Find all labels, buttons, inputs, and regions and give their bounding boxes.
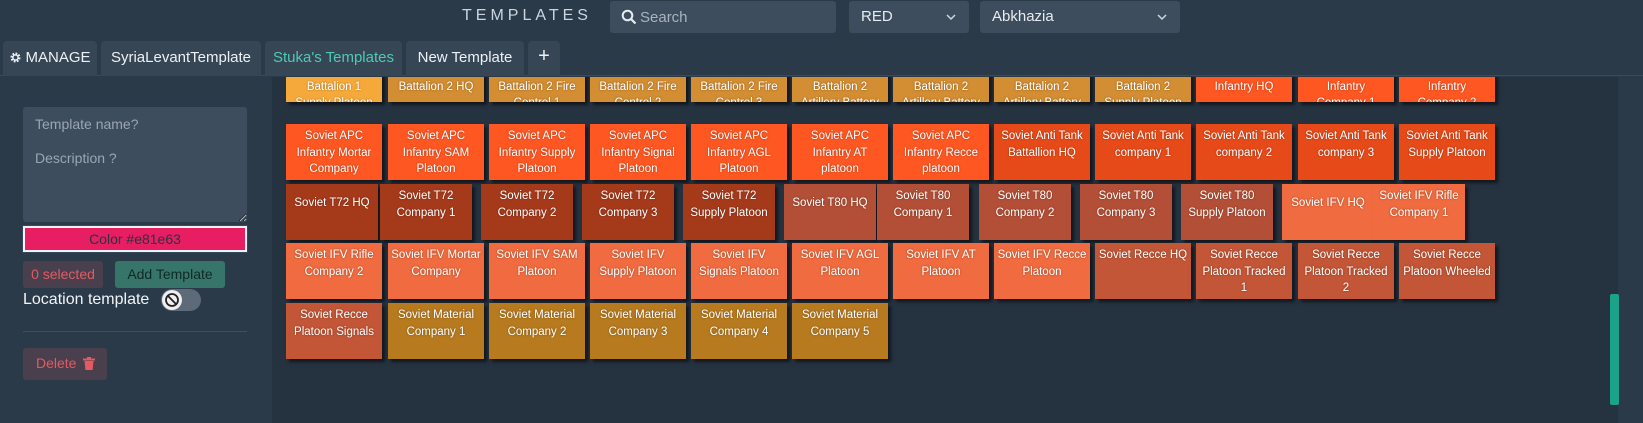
trash-icon xyxy=(83,357,96,370)
template-tile[interactable]: Soviet Material Company 1 xyxy=(388,303,484,359)
template-tile[interactable]: Soviet IFV Mortar Company xyxy=(388,243,484,299)
template-tile[interactable]: Soviet Howitzer Battalion 2 Fire Control… xyxy=(590,77,686,102)
chevron-down-icon xyxy=(946,14,956,21)
template-tile[interactable]: Soviet Anti Tank company 2 xyxy=(1196,124,1292,180)
template-tile[interactable]: Soviet APC Infantry Recce platoon xyxy=(893,124,989,180)
template-grid: Soviet Howitzer Battalion 1 Supply Plato… xyxy=(272,77,1618,423)
template-tile[interactable]: Soviet Howitzer Battalion 2 Artillery Ba… xyxy=(994,77,1090,102)
selected-count-badge: 0 selected xyxy=(23,261,103,288)
template-tile[interactable]: Soviet Material Company 2 xyxy=(489,303,585,359)
template-tile[interactable]: Soviet Anti Tank Battallion HQ xyxy=(994,124,1090,180)
template-tile[interactable]: Soviet T72 Supply Platoon xyxy=(683,184,775,240)
template-tile[interactable]: Soviet IFV Rifle Company 2 xyxy=(286,243,382,299)
side-select[interactable]: RED xyxy=(849,1,969,33)
template-tile[interactable]: Soviet T80 Company 2 xyxy=(979,184,1071,240)
template-tile[interactable]: Soviet Anti Tank company 1 xyxy=(1095,124,1191,180)
template-tile[interactable]: Soviet Anti Tank Supply Platoon xyxy=(1399,124,1495,180)
template-name-field[interactable] xyxy=(23,107,247,141)
search-box[interactable] xyxy=(610,1,836,33)
template-tile[interactable]: Soviet Recce Platoon Tracked 1 xyxy=(1196,243,1292,299)
tab-bar: MANAGE SyriaLevantTemplate Stuka's Templ… xyxy=(0,38,1643,76)
template-tile[interactable]: Soviet IFV AGL Platoon xyxy=(792,243,888,299)
template-tile[interactable]: Soviet IFV Signals Platoon xyxy=(691,243,787,299)
template-tile[interactable]: Soviet IFV AT Platoon xyxy=(893,243,989,299)
template-tile[interactable]: Soviet APC Infantry AT platoon xyxy=(792,124,888,180)
template-tile[interactable]: Soviet IFV Recce Platoon xyxy=(994,243,1090,299)
search-input[interactable] xyxy=(640,1,830,33)
country-select[interactable]: Abkhazia xyxy=(980,1,1180,33)
template-tile[interactable]: Soviet T72 Company 2 xyxy=(481,184,573,240)
tab-stukas-templates[interactable]: Stuka's Templates xyxy=(265,41,402,76)
template-tile[interactable]: Soviet APC Infantry HQ xyxy=(1196,77,1292,102)
tab-new-template[interactable]: New Template xyxy=(406,41,524,76)
template-editor-panel: Color #e81e63 0 selected Add Template Lo… xyxy=(0,77,270,423)
template-tile[interactable]: Soviet Recce Platoon Signals xyxy=(286,303,382,359)
template-tile[interactable]: Soviet T72 Company 1 xyxy=(380,184,472,240)
search-icon xyxy=(621,9,637,25)
template-tile[interactable]: Soviet APC Infantry Supply Platoon xyxy=(489,124,585,180)
template-tile[interactable]: Soviet IFV Rifle Company 1 xyxy=(1373,184,1465,240)
template-tile[interactable]: Soviet Material Company 5 xyxy=(792,303,888,359)
add-template-button[interactable]: Add Template xyxy=(115,261,225,288)
template-tile[interactable]: Soviet T72 Company 3 xyxy=(582,184,674,240)
template-tile[interactable]: Soviet Anti Tank company 3 xyxy=(1298,124,1394,180)
template-tile[interactable]: Soviet Material Company 3 xyxy=(590,303,686,359)
tab-manage-label: MANAGE xyxy=(25,49,91,66)
template-tile[interactable]: Soviet T80 Company 1 xyxy=(877,184,969,240)
template-tile[interactable]: Soviet APC Infantry Mortar Company xyxy=(286,124,382,180)
tab-syria-levant[interactable]: SyriaLevantTemplate xyxy=(101,41,261,76)
chevron-down-icon xyxy=(1157,14,1167,21)
template-tile[interactable]: Soviet Howitzer Battalion 2 Fire Control… xyxy=(691,77,787,102)
template-tile[interactable]: Soviet IFV Supply Platoon xyxy=(590,243,686,299)
color-picker-button[interactable]: Color #e81e63 xyxy=(22,225,248,253)
country-select-value: Abkhazia xyxy=(992,8,1054,25)
location-template-label: Location template xyxy=(23,291,150,308)
page-title: TEMPLATES xyxy=(462,7,592,24)
scrollbar-track[interactable] xyxy=(1618,77,1643,423)
header-bar: TEMPLATES RED Abkhazia xyxy=(0,0,1643,38)
description-field[interactable] xyxy=(23,141,247,222)
add-tab-button[interactable]: + xyxy=(528,41,560,76)
template-tile[interactable]: Soviet Howitzer Battalion 2 Supply Plato… xyxy=(1095,77,1191,102)
template-tile[interactable]: Soviet Howitzer Battalion 2 HQ xyxy=(388,77,484,102)
template-tile[interactable]: Soviet T80 HQ xyxy=(784,184,876,240)
template-tile[interactable]: Soviet Howitzer Battalion 2 Artillery Ba… xyxy=(893,77,989,102)
template-tile[interactable]: Soviet APC Infantry Signal Platoon xyxy=(590,124,686,180)
template-tile[interactable]: Soviet APC Infantry Company 1 xyxy=(1298,77,1394,102)
location-template-toggle[interactable] xyxy=(161,289,201,311)
template-tile[interactable]: Soviet Material Company 4 xyxy=(691,303,787,359)
tab-manage[interactable]: MANAGE xyxy=(3,41,97,76)
template-tile[interactable]: Soviet APC Infantry AGL Platoon xyxy=(691,124,787,180)
template-tile[interactable]: Soviet T72 HQ xyxy=(286,184,378,240)
template-tile[interactable]: Soviet T80 Supply Platoon xyxy=(1181,184,1273,240)
template-tile[interactable]: Soviet APC Infantry Company 2 xyxy=(1399,77,1495,102)
template-tile[interactable]: Soviet Recce Platoon Wheeled xyxy=(1399,243,1495,299)
delete-button[interactable]: Delete xyxy=(23,348,107,380)
template-tile[interactable]: Soviet IFV SAM Platoon xyxy=(489,243,585,299)
template-tile[interactable]: Soviet Howitzer Battalion 2 Fire Control… xyxy=(489,77,585,102)
side-select-value: RED xyxy=(861,8,893,25)
template-tile[interactable]: Soviet Recce HQ xyxy=(1095,243,1191,299)
scrollbar-thumb[interactable] xyxy=(1610,294,1619,405)
template-tile[interactable]: Soviet T80 Company 3 xyxy=(1080,184,1172,240)
divider xyxy=(23,331,247,332)
template-tile[interactable]: Soviet IFV HQ xyxy=(1282,184,1374,240)
disabled-icon xyxy=(165,293,179,307)
template-tile[interactable]: Soviet Howitzer Battalion 2 Artillery Ba… xyxy=(792,77,888,102)
template-tile[interactable]: Soviet APC Infantry SAM Platoon xyxy=(388,124,484,180)
template-tile[interactable]: Soviet Howitzer Battalion 1 Supply Plato… xyxy=(286,77,382,102)
template-tile[interactable]: Soviet Recce Platoon Tracked 2 xyxy=(1298,243,1394,299)
gear-icon xyxy=(10,52,22,63)
delete-button-label: Delete xyxy=(36,355,77,371)
